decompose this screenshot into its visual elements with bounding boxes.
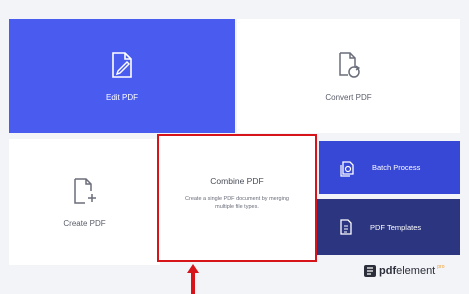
edit-pdf-label: Edit PDF: [105, 92, 138, 102]
pdfelement-logo: pdf element pro: [363, 264, 444, 278]
combine-pdf-label: Combine PDF: [210, 176, 264, 186]
arrow-up-icon: [187, 264, 199, 294]
convert-pdf-label: Convert PDF: [325, 92, 372, 102]
combine-pdf-description: Create a single PDF document by merging …: [185, 196, 289, 210]
batch-process-icon: [340, 160, 354, 177]
brand-element-text: element: [396, 265, 436, 277]
edit-pdf-icon: [112, 51, 132, 78]
convert-pdf-icon: [338, 51, 360, 78]
brand-pdf-text: pdf: [379, 265, 397, 277]
pdfelement-logo-icon: [364, 265, 376, 277]
create-pdf-tile[interactable]: Create PDF: [9, 139, 160, 265]
pdf-templates-icon: [340, 219, 352, 235]
combine-pdf-tile[interactable]: Combine PDF Create a single PDF document…: [157, 134, 317, 262]
edit-pdf-tile[interactable]: Edit PDF: [9, 19, 235, 133]
batch-process-tile[interactable]: Batch Process: [319, 141, 460, 194]
pdf-templates-label: PDF Templates: [370, 222, 422, 232]
batch-process-label: Batch Process: [372, 163, 421, 172]
convert-pdf-tile[interactable]: Convert PDF: [237, 19, 460, 133]
create-pdf-label: Create PDF: [63, 218, 106, 228]
pdf-templates-tile[interactable]: PDF Templates: [317, 199, 460, 255]
brand-edition-badge: pro: [437, 264, 445, 270]
create-pdf-icon: [73, 177, 96, 204]
